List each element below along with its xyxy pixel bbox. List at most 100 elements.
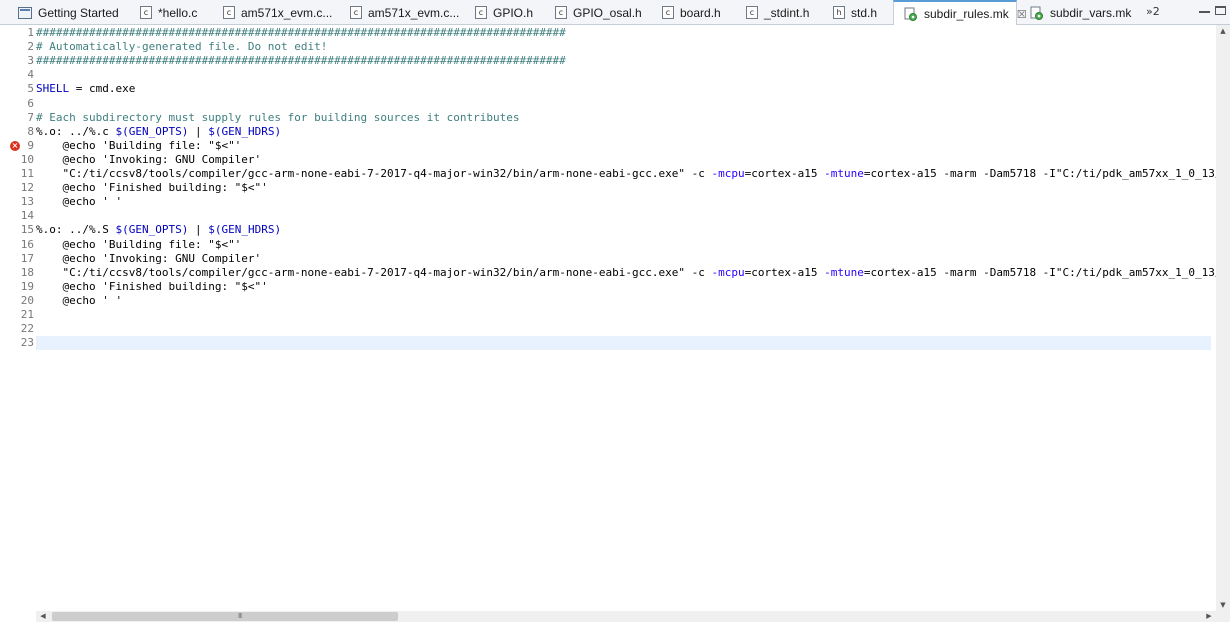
tab-board-h[interactable]: c board.h xyxy=(652,0,732,25)
line-number: 1 xyxy=(27,26,34,39)
tab-overflow-button[interactable]: »2 xyxy=(1146,5,1160,18)
tab-label: am571x_evm.c... xyxy=(241,5,333,20)
horizontal-scrollbar[interactable]: ◀ III ▶ xyxy=(36,611,1216,622)
scroll-down-icon[interactable]: ▼ xyxy=(1216,599,1230,611)
make-variable: $(GEN_OPTS) xyxy=(115,223,189,237)
tab-std-h[interactable]: h std.h xyxy=(823,0,891,25)
maximize-icon[interactable] xyxy=(1215,6,1226,15)
code-line[interactable]: 13 @echo ' ' xyxy=(0,195,1216,209)
code-line[interactable]: 7 # Each subdirectory must supply rules f… xyxy=(0,111,1216,125)
compiler-option: -mtune xyxy=(824,265,864,279)
c-file-icon: c xyxy=(223,6,235,19)
code-segment: =cortex-a15 -marm -Dam5718 -I"C:/ti/pdk_… xyxy=(863,167,1216,180)
code-line[interactable]: 1 #######################################… xyxy=(0,26,1216,40)
line-number: 5 xyxy=(27,82,34,96)
code-text: @echo ' ' xyxy=(36,195,123,209)
code-text: @echo 'Invoking: GNU Compiler' xyxy=(36,251,262,265)
line-number: 15 xyxy=(20,223,34,237)
minimize-icon[interactable] xyxy=(1199,6,1210,13)
code-line[interactable]: 15 %.o: ../%.S $(GEN_OPTS) | $(GEN_HDRS) xyxy=(0,223,1216,237)
code-text: ########################################… xyxy=(36,26,566,39)
page-icon xyxy=(18,6,32,19)
h-file-icon: c xyxy=(662,6,674,19)
code-segment: =cortex-a15 xyxy=(744,265,825,279)
tab-subdir-vars-mk[interactable]: subdir_vars.mk xyxy=(1020,0,1140,25)
code-line[interactable]: 4 xyxy=(0,68,1216,82)
code-segment: | xyxy=(188,223,209,237)
code-line[interactable]: 10 @echo 'Invoking: GNU Compiler' xyxy=(0,153,1216,167)
code-text: "C:/ti/ccsv8/tools/compiler/gcc-arm-none… xyxy=(36,265,1217,280)
tab-label: subdir_vars.mk xyxy=(1050,5,1132,20)
tab-stdint-h[interactable]: c _stdint.h xyxy=(736,0,820,25)
line-number: 3 xyxy=(27,54,34,68)
tab-label: GPIO.h xyxy=(493,5,534,20)
line-number: 21 xyxy=(20,308,34,321)
horizontal-scroll-thumb[interactable]: III xyxy=(52,612,398,621)
code-text: @echo 'Invoking: GNU Compiler' xyxy=(36,152,262,166)
tab-getting-started[interactable]: Getting Started xyxy=(8,0,122,25)
error-marker-icon[interactable]: × xyxy=(10,140,20,151)
code-segment: =cortex-a15 -marm -Dam5718 -I"C:/ti/pdk_… xyxy=(863,265,1216,279)
tab-hello-c[interactable]: c *hello.c xyxy=(130,0,210,25)
line-number: 16 xyxy=(20,237,34,251)
line-number: 19 xyxy=(20,279,34,293)
line-number: 23 xyxy=(20,336,34,350)
code-editor[interactable]: 1 #######################################… xyxy=(0,25,1216,611)
code-line[interactable]: 11 "C:/ti/ccsv8/tools/compiler/gcc-arm-n… xyxy=(0,167,1216,181)
h-file-icon: c xyxy=(555,6,567,19)
code-line[interactable]: 19 @echo 'Finished building: "$<"' xyxy=(0,280,1216,294)
vertical-scrollbar[interactable]: ▲ ▼ xyxy=(1216,25,1230,611)
code-line[interactable]: 9 × @echo 'Building file: "$<"' xyxy=(0,139,1216,153)
tab-gpio-osal-h[interactable]: c GPIO_osal.h xyxy=(545,0,649,25)
compiler-option: -mcpu xyxy=(711,167,745,180)
scroll-right-icon[interactable]: ▶ xyxy=(1202,611,1216,622)
code-line[interactable]: 17 @echo 'Invoking: GNU Compiler' xyxy=(0,252,1216,266)
tab-am571x-evm-c[interactable]: c am571x_evm.c... xyxy=(340,0,462,25)
code-line[interactable]: 21 xyxy=(0,308,1216,322)
code-line[interactable]: 18 "C:/ti/ccsv8/tools/compiler/gcc-arm-n… xyxy=(0,266,1216,280)
code-line[interactable]: 8 %.o: ../%.c $(GEN_OPTS) | $(GEN_HDRS) xyxy=(0,125,1216,139)
code-text: %.o: ../%.S $(GEN_OPTS) | $(GEN_HDRS) xyxy=(36,223,281,237)
scroll-up-icon[interactable]: ▲ xyxy=(1216,25,1230,37)
code-line[interactable]: 20 @echo ' ' xyxy=(0,294,1216,308)
tab-label: board.h xyxy=(680,5,721,20)
line-number: 2 xyxy=(27,40,34,54)
code-text: @echo 'Finished building: "$<"' xyxy=(36,181,268,195)
code-line[interactable]: 5 SHELL = cmd.exe xyxy=(0,82,1216,96)
code-segment: =cortex-a15 xyxy=(744,167,825,180)
tab-am571x-evm-c[interactable]: c am571x_evm.c... xyxy=(213,0,337,25)
line-number: 12 xyxy=(20,181,34,195)
scrollbar-corner xyxy=(1216,611,1230,622)
tab-label: subdir_rules.mk xyxy=(924,7,1009,21)
code-line[interactable]: 22 xyxy=(0,322,1216,336)
make-variable: $(GEN_HDRS) xyxy=(208,124,282,138)
scroll-left-icon[interactable]: ◀ xyxy=(36,611,50,622)
line-number: 14 xyxy=(20,209,34,223)
h-file-icon: h xyxy=(833,6,845,19)
make-variable: SHELL xyxy=(36,82,70,96)
line-number: 18 xyxy=(20,265,34,279)
code-line[interactable]: 16 @echo 'Building file: "$<"' xyxy=(0,238,1216,252)
tab-subdir-rules-mk[interactable]: subdir_rules.mk ☒ xyxy=(893,0,1027,26)
makefile-icon xyxy=(1030,6,1044,20)
code-line[interactable]: 14 xyxy=(0,209,1216,223)
code-segment: "C:/ti/ccsv8/tools/compiler/gcc-arm-none… xyxy=(36,167,712,180)
code-line[interactable]: 12 @echo 'Finished building: "$<"' xyxy=(0,181,1216,195)
code-text: ########################################… xyxy=(36,54,566,68)
line-number: 13 xyxy=(20,195,34,209)
tab-label: *hello.c xyxy=(158,5,198,20)
compiler-option: -mcpu xyxy=(711,265,745,279)
code-text: @echo 'Finished building: "$<"' xyxy=(36,279,268,293)
code-segment: "C:/ti/ccsv8/tools/compiler/gcc-arm-none… xyxy=(36,265,712,279)
line-number: 7 xyxy=(27,110,34,124)
code-line[interactable]: 23 xyxy=(0,336,1216,350)
code-text: @echo 'Building file: "$<"' xyxy=(36,237,242,251)
code-line[interactable]: 2 # Automatically-generated file. Do not … xyxy=(0,40,1216,54)
line-number: 10 xyxy=(20,152,34,166)
code-line[interactable]: 3 #######################################… xyxy=(0,54,1216,68)
c-file-icon: c xyxy=(350,6,362,19)
make-variable: $(GEN_OPTS) xyxy=(115,124,189,138)
tab-gpio-h[interactable]: c GPIO.h xyxy=(465,0,541,25)
makefile-icon xyxy=(904,7,918,21)
code-line[interactable]: 6 xyxy=(0,97,1216,111)
